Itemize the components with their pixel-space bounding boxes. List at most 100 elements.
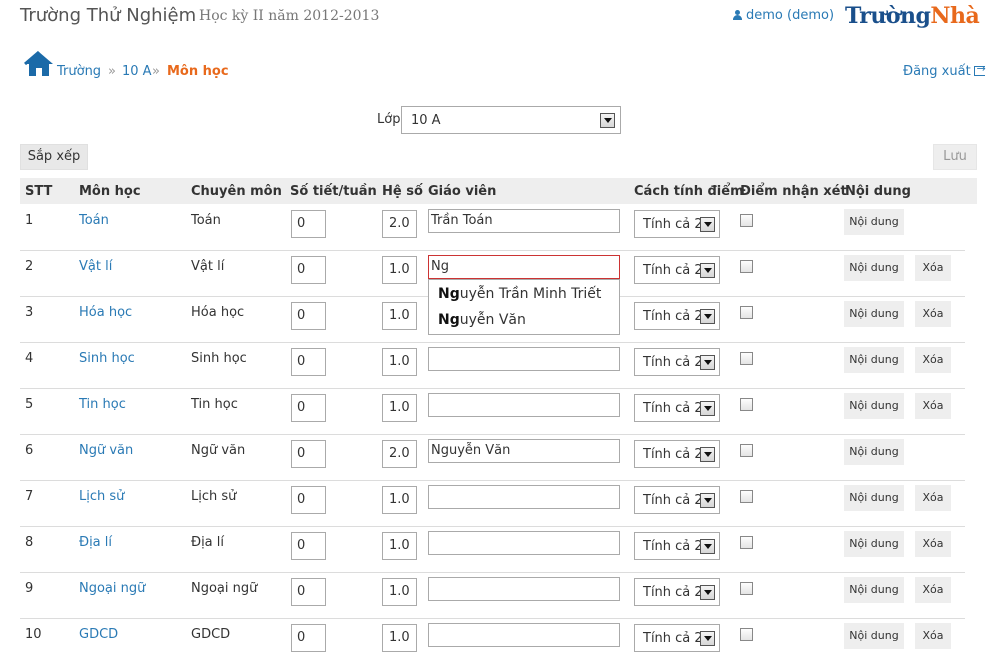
delete-button[interactable]: Xóa [915,623,951,649]
content-button[interactable]: Nội dung [844,623,904,649]
teacher-input[interactable] [428,485,620,509]
content-button[interactable]: Nội dung [844,577,904,603]
teacher-input[interactable] [428,393,620,417]
content-button[interactable]: Nội dung [844,439,904,465]
grading-method-select[interactable]: Tính cả 2 [634,256,720,284]
chevron-down-icon[interactable] [700,263,715,278]
teacher-input[interactable] [428,531,620,555]
periods-input[interactable]: 0 [291,348,326,376]
periods-input[interactable]: 0 [291,394,326,422]
chevron-down-icon[interactable] [700,493,715,508]
periods-input[interactable]: 0 [291,578,326,606]
comment-grade-checkbox[interactable] [740,628,753,641]
subject-link[interactable]: Sinh học [79,351,135,366]
save-button[interactable]: Lưu [933,144,977,170]
sort-button[interactable]: Sắp xếp [20,144,88,170]
comment-grade-checkbox[interactable] [740,582,753,595]
comment-grade-checkbox[interactable] [740,306,753,319]
chevron-down-icon[interactable] [700,355,715,370]
chevron-down-icon[interactable] [700,401,715,416]
house-icon[interactable] [24,50,54,77]
subject-link[interactable]: Hóa học [79,305,132,320]
content-button[interactable]: Nội dung [844,485,904,511]
content-button[interactable]: Nội dung [844,393,904,419]
comment-grade-checkbox[interactable] [740,214,753,227]
chevron-down-icon[interactable] [700,585,715,600]
grading-method-select[interactable]: Tính cả 2 [634,486,720,514]
subject-link[interactable]: Ngoại ngữ [79,581,145,596]
coefficient-input[interactable]: 2.0 [382,210,417,238]
chevron-down-icon[interactable] [700,539,715,554]
brand-logo[interactable]: TrườngNhà [845,3,980,29]
specialty-text: GDCD [191,627,231,642]
user-menu[interactable]: demo (demo) [733,8,834,23]
coefficient-input[interactable]: 1.0 [382,532,417,560]
grading-method-select[interactable]: Tính cả 2 [634,578,720,606]
chevron-down-icon[interactable] [700,217,715,232]
subject-link[interactable]: Địa lí [79,535,112,550]
coefficient-input[interactable]: 1.0 [382,256,417,284]
breadcrumb-home[interactable]: Trường [57,64,101,79]
periods-input[interactable]: 0 [291,210,326,238]
comment-grade-checkbox[interactable] [740,490,753,503]
logout-link[interactable]: Đăng xuất [903,62,986,79]
coefficient-input[interactable]: 1.0 [382,394,417,422]
delete-button[interactable]: Xóa [915,301,951,327]
teacher-input[interactable]: Ng [428,255,620,279]
teacher-input[interactable]: Trần Toán [428,209,620,233]
teacher-input[interactable]: Nguyễn Văn [428,439,620,463]
comment-grade-checkbox[interactable] [740,444,753,457]
autocomplete-option[interactable]: Nguyễn Văn [438,312,526,328]
periods-input[interactable]: 0 [291,532,326,560]
chevron-down-icon[interactable] [700,631,715,646]
periods-input[interactable]: 0 [291,302,326,330]
subject-link[interactable]: Toán [79,213,109,228]
coefficient-input[interactable]: 2.0 [382,440,417,468]
comment-grade-checkbox[interactable] [740,398,753,411]
content-button[interactable]: Nội dung [844,531,904,557]
coefficient-input[interactable]: 1.0 [382,302,417,330]
delete-button[interactable]: Xóa [915,393,951,419]
coefficient-input[interactable]: 1.0 [382,348,417,376]
grading-method-select[interactable]: Tính cả 2 [634,348,720,376]
periods-input[interactable]: 0 [291,624,326,652]
delete-button[interactable]: Xóa [915,255,951,281]
periods-input[interactable]: 0 [291,256,326,284]
grading-method-select[interactable]: Tính cả 2 [634,440,720,468]
chevron-down-icon[interactable] [700,309,715,324]
grading-method-select[interactable]: Tính cả 2 [634,394,720,422]
subject-link[interactable]: Vật lí [79,259,112,274]
comment-grade-checkbox[interactable] [740,352,753,365]
breadcrumb-class[interactable]: 10 A [122,64,152,79]
periods-input[interactable]: 0 [291,440,326,468]
teacher-input[interactable] [428,347,620,371]
coefficient-input[interactable]: 1.0 [382,578,417,606]
teacher-input[interactable] [428,623,620,647]
content-button[interactable]: Nội dung [844,209,904,235]
content-button[interactable]: Nội dung [844,255,904,281]
grading-method-select[interactable]: Tính cả 2 [634,302,720,330]
grading-method-select[interactable]: Tính cả 2 [634,532,720,560]
class-select[interactable]: 10 A [401,106,621,134]
subject-link[interactable]: Lịch sử [79,489,124,504]
subject-link[interactable]: Tin học [79,397,126,412]
content-button[interactable]: Nội dung [844,347,904,373]
content-button[interactable]: Nội dung [844,301,904,327]
comment-grade-checkbox[interactable] [740,260,753,273]
chevron-down-icon[interactable] [700,447,715,462]
autocomplete-option[interactable]: Nguyễn Trần Minh Triết [438,286,601,302]
chevron-down-icon[interactable] [600,113,615,128]
grading-method-select[interactable]: Tính cả 2 [634,210,720,238]
comment-grade-checkbox[interactable] [740,536,753,549]
delete-button[interactable]: Xóa [915,485,951,511]
grading-method-select[interactable]: Tính cả 2 [634,624,720,652]
coefficient-input[interactable]: 1.0 [382,624,417,652]
delete-button[interactable]: Xóa [915,531,951,557]
delete-button[interactable]: Xóa [915,577,951,603]
periods-input[interactable]: 0 [291,486,326,514]
delete-button[interactable]: Xóa [915,347,951,373]
subject-link[interactable]: Ngữ văn [79,443,133,458]
coefficient-input[interactable]: 1.0 [382,486,417,514]
teacher-input[interactable] [428,577,620,601]
subject-link[interactable]: GDCD [79,627,118,642]
